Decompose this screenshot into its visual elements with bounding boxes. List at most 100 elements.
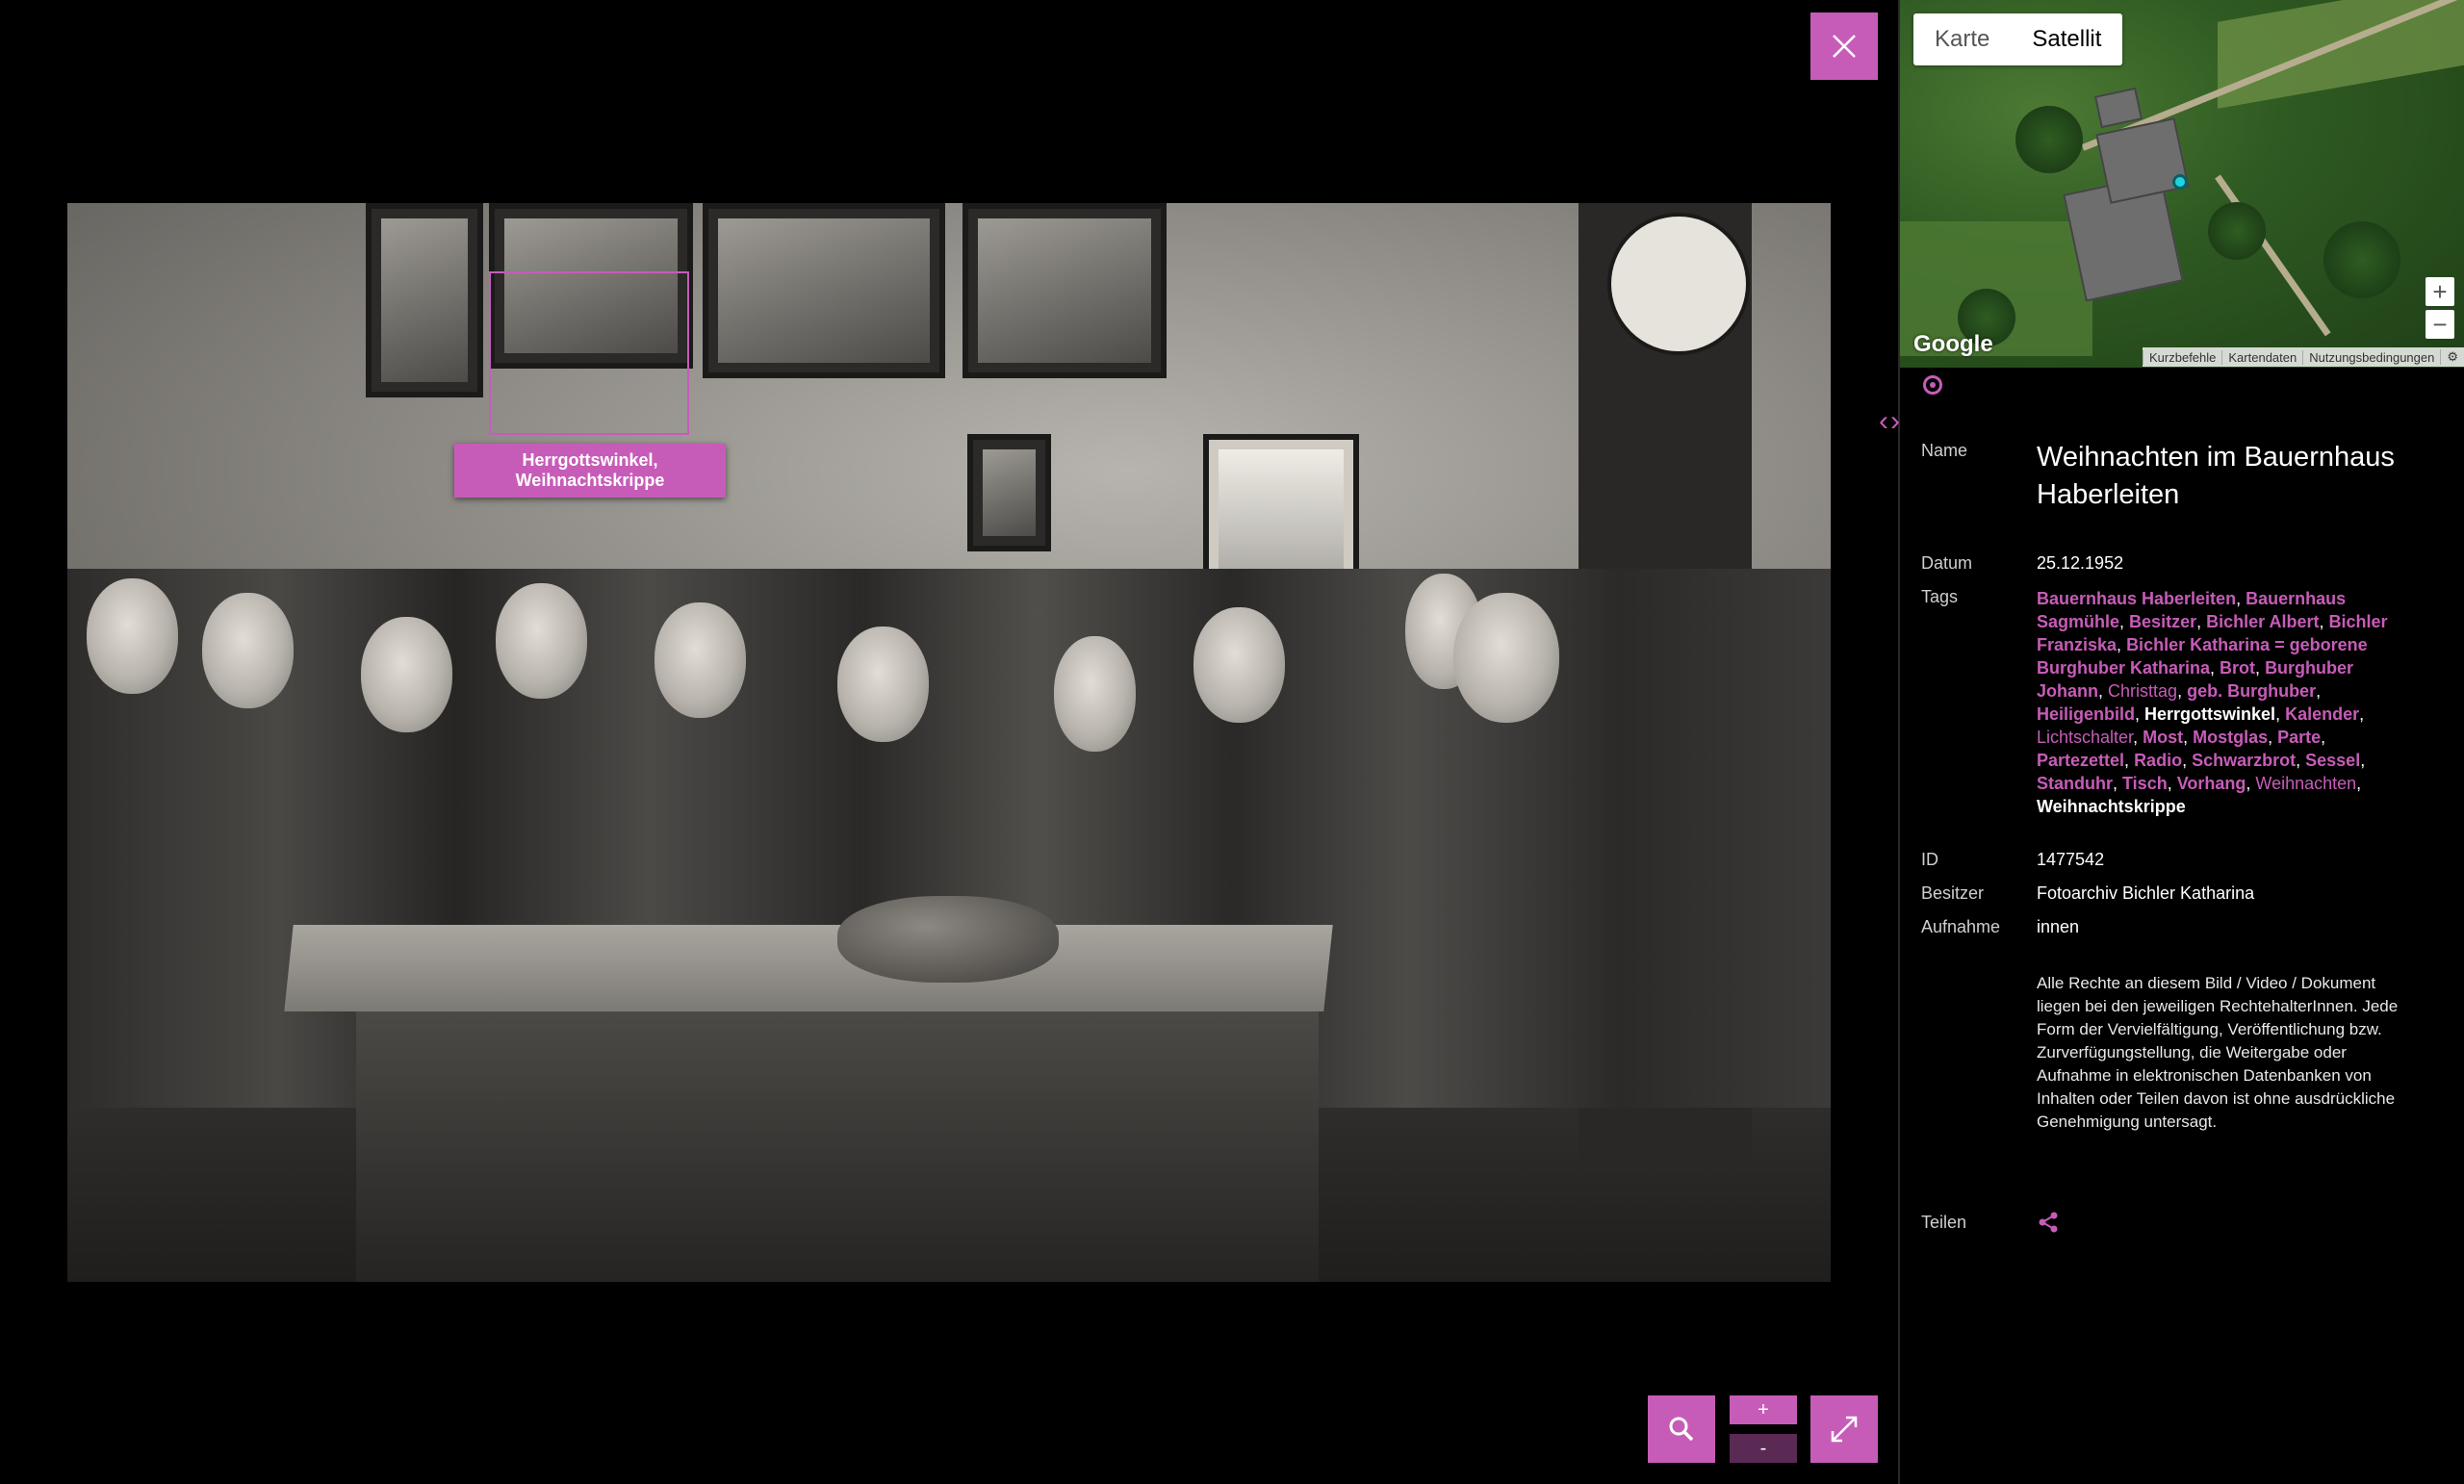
tag-separator: , <box>2196 612 2207 631</box>
shot-label: Aufnahme <box>1921 917 2001 936</box>
location-target-icon[interactable] <box>1923 375 1942 395</box>
tag-separator: , <box>2321 728 2326 747</box>
historic-photo[interactable] <box>67 203 1831 1282</box>
tag-link[interactable]: Radio <box>2134 751 2182 770</box>
owner-label: Besitzer <box>1921 883 1985 903</box>
tag-separator: , <box>2316 681 2322 701</box>
search-button[interactable] <box>1648 1395 1715 1463</box>
tag-separator: , <box>2098 681 2109 701</box>
image-viewer: Herrgottswinkel, Weihnachtskrippe + - <box>0 0 1898 1484</box>
photo-face <box>654 602 746 718</box>
satellite-map[interactable]: Karte Satellit + − Google Kurzbefehle Ka… <box>1900 0 2464 368</box>
tag-separator: , <box>2246 774 2256 793</box>
map-zoom-out-button[interactable]: − <box>2426 310 2454 339</box>
tag-link[interactable]: geb. Burghuber <box>2187 681 2316 701</box>
tag-separator: , <box>2360 751 2366 770</box>
photo-face <box>496 583 587 699</box>
tag-link[interactable]: Partezettel <box>2037 751 2124 770</box>
tag-separator: , <box>2296 751 2306 770</box>
photo-clock-face <box>1607 213 1750 355</box>
map-footer-shortcuts[interactable]: Kurzbefehle <box>2143 349 2221 365</box>
tag-separator: , <box>2359 704 2365 724</box>
name-label: Name <box>1921 441 1968 460</box>
photo-bread <box>837 896 1059 983</box>
tag-link[interactable]: Bichler Albert <box>2206 612 2319 631</box>
photo-wall-picture <box>967 434 1051 551</box>
tag-link[interactable]: Schwarzbrot <box>2192 751 2296 770</box>
id-label: ID <box>1921 850 1938 869</box>
tag-separator: , <box>2135 704 2145 724</box>
tag-link[interactable]: Brot <box>2220 658 2255 678</box>
annotation-label-line1: Herrgottswinkel, <box>522 450 658 470</box>
share-icon[interactable] <box>2037 1211 2060 1234</box>
zoom-out-button[interactable]: - <box>1730 1434 1797 1463</box>
tag-link[interactable]: Weihnachtskrippe <box>2037 797 2186 816</box>
tag-link[interactable]: Herrgottswinkel <box>2144 704 2275 724</box>
tag-separator: , <box>2119 612 2130 631</box>
photo-face <box>1453 593 1559 723</box>
map-building <box>2095 117 2190 204</box>
map-footer-mapdata[interactable]: Kartendaten <box>2221 349 2302 365</box>
tag-link[interactable]: Lichtschalter <box>2037 728 2133 747</box>
photo-face <box>202 593 294 708</box>
map-tree <box>2208 202 2266 260</box>
map-tree <box>2323 221 2400 298</box>
tag-link[interactable]: Standuhr <box>2037 774 2113 793</box>
tag-link[interactable]: Besitzer <box>2129 612 2196 631</box>
photo-wall-picture <box>962 203 1167 378</box>
tag-link[interactable]: Sessel <box>2305 751 2360 770</box>
photo-face <box>837 627 929 742</box>
photo-face <box>361 617 452 732</box>
id-value: 1477542 <box>2037 850 2105 869</box>
map-footer: Kurzbefehle Kartendaten Nutzungsbedingun… <box>2143 347 2464 367</box>
tag-link[interactable]: Parte <box>2277 728 2321 747</box>
tag-link[interactable]: Bauernhaus Haberleiten <box>2037 589 2236 608</box>
tag-link[interactable]: Christtag <box>2108 681 2177 701</box>
date-value: 25.12.1952 <box>2037 553 2124 573</box>
magnifier-icon <box>1669 1417 1694 1442</box>
annotation-highlight-box[interactable] <box>489 271 689 435</box>
share-label: Teilen <box>1921 1213 1967 1232</box>
photo-table-top <box>284 925 1333 1011</box>
tag-separator: , <box>2124 751 2135 770</box>
zoom-in-button[interactable]: + <box>1730 1395 1797 1424</box>
map-settings-icon[interactable]: ⚙ <box>2440 349 2464 365</box>
photo-wall-picture <box>703 203 945 378</box>
tag-link[interactable]: Most <box>2143 728 2183 747</box>
expand-icon <box>1831 1416 1858 1443</box>
map-tab-satellit[interactable]: Satellit <box>2011 13 2122 65</box>
tag-link[interactable]: Weihnachten <box>2255 774 2356 793</box>
tag-link[interactable]: Tisch <box>2122 774 2168 793</box>
annotation-label-line2: Weihnachtskrippe <box>515 471 665 490</box>
map-footer-terms[interactable]: Nutzungsbedingungen <box>2302 349 2440 365</box>
tag-link[interactable]: Vorhang <box>2177 774 2246 793</box>
tag-link[interactable]: Mostglas <box>2193 728 2268 747</box>
close-button[interactable] <box>1810 13 1878 80</box>
photo-wall-picture <box>366 203 483 397</box>
annotation-label[interactable]: Herrgottswinkel, Weihnachtskrippe <box>454 444 726 498</box>
owner-value: Fotoarchiv Bichler Katharina <box>2037 883 2255 903</box>
rights-notice: Alle Rechte an diesem Bild / Video / Dok… <box>2037 974 2399 1131</box>
tag-separator: , <box>2133 728 2143 747</box>
tag-separator: , <box>2113 774 2123 793</box>
tag-separator: , <box>2167 774 2177 793</box>
panel-toggle[interactable]: ‹ › <box>1879 407 1900 436</box>
map-tree <box>2015 106 2083 173</box>
chevron-right-icon[interactable]: › <box>1890 407 1900 436</box>
tag-separator: , <box>2236 589 2246 608</box>
location-pin-icon[interactable] <box>2172 174 2188 190</box>
tag-separator: , <box>2275 704 2286 724</box>
google-logo: Google <box>1913 331 1993 357</box>
fullscreen-button[interactable] <box>1810 1395 1878 1463</box>
map-tab-karte[interactable]: Karte <box>1913 13 2011 65</box>
date-label: Datum <box>1921 553 1973 573</box>
tag-separator: , <box>2255 658 2266 678</box>
tag-link[interactable]: Kalender <box>2285 704 2359 724</box>
tag-separator: , <box>2117 635 2127 654</box>
tag-link[interactable]: Heiligenbild <box>2037 704 2135 724</box>
chevron-left-icon[interactable]: ‹ <box>1879 407 1888 436</box>
map-zoom-in-button[interactable]: + <box>2426 277 2454 306</box>
tag-separator: , <box>2319 612 2329 631</box>
tag-list: Bauernhaus Haberleiten, Bauernhaus Sagmü… <box>2037 587 2412 818</box>
shot-value: innen <box>2037 917 2080 936</box>
